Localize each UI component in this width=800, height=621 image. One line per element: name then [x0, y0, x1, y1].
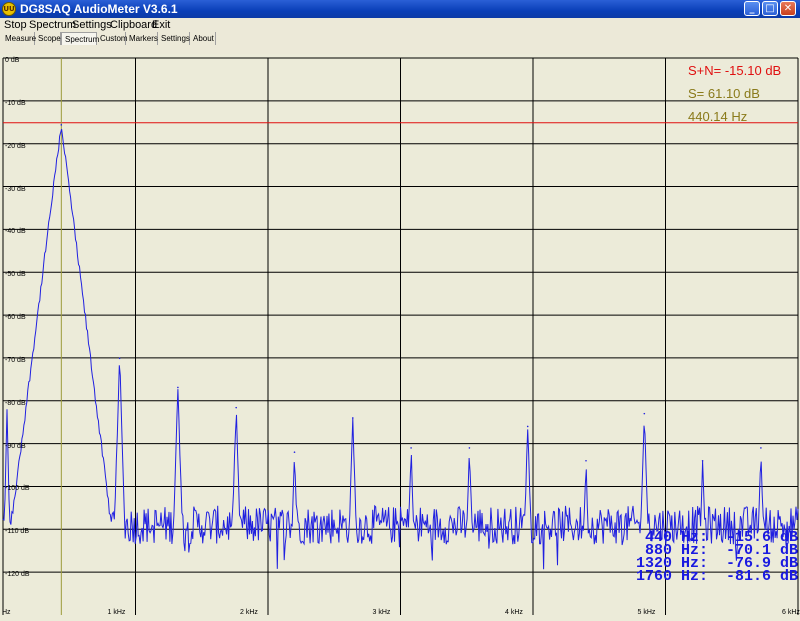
harmonic-peak-11 — [701, 459, 704, 462]
maximize-button[interactable]: □ — [762, 1, 778, 16]
harmonic-peak-9 — [585, 459, 587, 462]
harmonic-peak-7 — [468, 447, 471, 449]
y-tick-label: -100 dB — [5, 485, 30, 493]
harmonic-peak-12 — [760, 447, 762, 449]
harmonic-line-4: 1760 Hz: -81.6 dB — [635, 568, 798, 585]
y-tick-label: -120 dB — [5, 571, 30, 579]
y-tick-label: -40 dB — [5, 228, 26, 236]
harmonic-peak-10 — [643, 412, 646, 415]
y-tick-label: -50 dB — [5, 271, 26, 279]
harmonic-peak-3 — [235, 406, 237, 409]
app-icon: UU — [2, 2, 16, 16]
frequency-readout: 440.14 Hz — [688, 109, 748, 124]
harmonic-peak-1 — [118, 357, 121, 360]
harmonic-peak-0 — [60, 124, 63, 126]
close-button[interactable]: ✕ — [780, 1, 796, 16]
signal-readout: S= 61.10 dB — [688, 86, 760, 101]
x-tick-label: 4 kHz — [505, 609, 523, 616]
tab-custom[interactable]: Custom — [97, 32, 128, 45]
tab-spectrum[interactable]: Spectrum — [61, 32, 99, 45]
y-tick-label: -90 dB — [5, 442, 26, 450]
sn-readout: S+N= -15.10 dB — [688, 63, 782, 78]
spectrum-plot[interactable]: S+N= -15.10 dB S= 61.10 dB 440.14 Hz 440… — [0, 54, 800, 621]
title-bar: UU DG8SAQ AudioMeter V3.6.1 _ □ ✕ — [0, 0, 800, 18]
window-title: DG8SAQ AudioMeter V3.6.1 — [20, 2, 178, 16]
minimize-button[interactable]: _ — [744, 1, 760, 16]
tab-markers[interactable]: Markers — [126, 32, 158, 45]
y-tick-label: -20 dB — [5, 142, 26, 150]
menu-spectrum[interactable]: Spectrum — [29, 18, 76, 32]
harmonic-peak-4 — [293, 451, 296, 453]
menu-stop[interactable]: Stop — [4, 18, 27, 32]
tab-scope[interactable]: Scope — [35, 32, 61, 45]
y-tick-label: -10 dB — [5, 99, 26, 107]
x-tick-label: 2 kHz — [240, 609, 258, 616]
tab-about[interactable]: About — [190, 32, 216, 45]
y-tick-label: -30 dB — [5, 185, 26, 193]
menu-bar: Stop Spectrum Settings Clipboard Exit — [0, 18, 800, 32]
x-tick-label: 5 kHz — [637, 609, 656, 616]
tab-measure[interactable]: Measure — [2, 32, 36, 45]
y-tick-label: -60 dB — [5, 314, 26, 322]
y-tick-label: -110 dB — [5, 528, 29, 536]
menu-settings[interactable]: Settings — [72, 18, 112, 32]
tab-settings[interactable]: Settings — [158, 32, 190, 45]
x-tick-label: 6 kHz — [782, 609, 800, 616]
x-tick-label: 1 kHz — [107, 609, 126, 616]
tab-strip: Measure Scope Spectrum Custom Markers Se… — [0, 32, 800, 74]
x-tick-label: Hz — [2, 609, 11, 616]
y-tick-label: -70 dB — [5, 356, 26, 364]
menu-exit[interactable]: Exit — [152, 18, 170, 32]
harmonic-peak-8 — [526, 425, 529, 428]
y-tick-label: -80 dB — [5, 399, 26, 407]
harmonic-peak-2 — [177, 386, 179, 389]
y-tick-label: 0 dB — [5, 57, 20, 64]
harmonic-peak-6 — [410, 447, 412, 449]
menu-clipboard[interactable]: Clipboard — [110, 18, 157, 32]
harmonic-peak-5 — [352, 417, 354, 419]
x-tick-label: 3 kHz — [372, 609, 391, 616]
